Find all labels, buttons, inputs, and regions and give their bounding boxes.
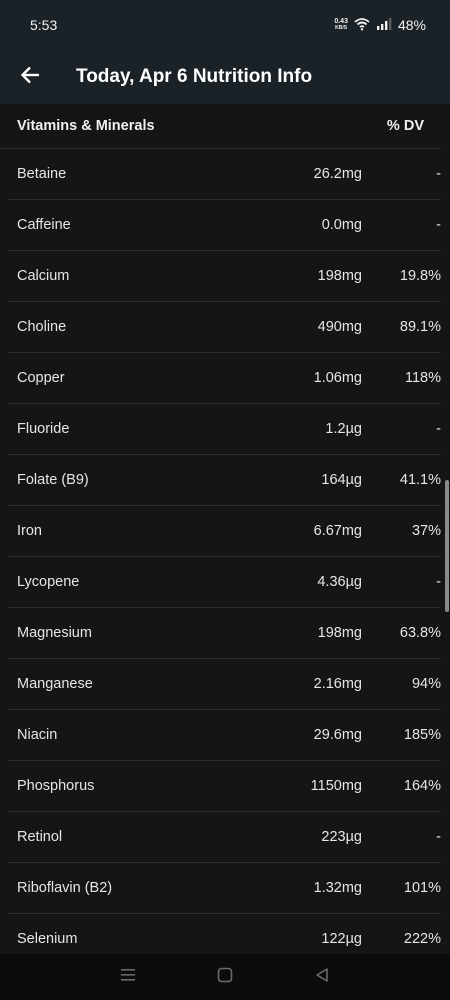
nutrient-row: Choline 490mg 89.1% [8,302,441,353]
signal-icon [376,17,392,33]
nutrient-row: Calcium 198mg 19.8% [8,251,441,302]
back-button[interactable] [0,50,60,104]
nutrient-daily-value: 89.1% [399,319,441,335]
nutrient-name: Betaine [17,166,67,182]
nutrient-list: Betaine 26.2mg - Caffeine 0.0mg - Calcium 198mg… [0,149,450,954]
nutrient-name: Copper [17,370,65,386]
nutrient-row: Niacin 29.6mg 185% [8,710,441,761]
wifi-icon [354,17,370,34]
nutrient-amount: 122µg [321,931,362,947]
nutrient-row: Fluoride 1.2µg - [8,404,441,455]
nutrient-name: Niacin [17,727,58,743]
nutrient-name: Calcium [17,268,70,284]
status-icons: 0.43 KB/S 48% [334,17,426,34]
nutrient-amount: 223µg [321,829,362,845]
nutrient-amount: 2.16mg [313,676,362,692]
nutrient-name: Lycopene [17,574,80,590]
nutrient-row: Lycopene 4.36µg - [8,557,441,608]
nutrient-row: Manganese 2.16mg 94% [8,659,441,710]
scrollbar[interactable] [445,480,449,612]
nutrient-daily-value: 222% [403,931,441,947]
nutrient-name: Iron [17,523,42,539]
nutrient-row: Phosphorus 1150mg 164% [8,761,441,812]
nutrient-row: Retinol 223µg - [8,812,441,863]
nutrient-daily-value: 94% [411,676,441,692]
page-title: Today, Apr 6 Nutrition Info [76,66,313,87]
app-bar: Today, Apr 6 Nutrition Info [0,50,450,104]
nutrient-amount: 26.2mg [313,166,362,182]
battery-percent: 48% [397,17,426,33]
nutrient-daily-value: 41.1% [399,472,441,488]
nutrient-name: Manganese [17,676,93,692]
nutrient-amount: 198mg [317,625,362,641]
nutrient-daily-value: - [436,829,441,845]
nutrient-name: Fluoride [17,421,70,437]
table-header: Vitamins & Minerals % DV [0,104,441,149]
nutrient-amount: 29.6mg [313,727,362,743]
nutrient-daily-value: 101% [403,880,441,896]
nutrient-name: Riboflavin (B2) [17,880,113,896]
nutrient-daily-value: 63.8% [399,625,441,641]
header-percent-dv: % DV [386,118,424,134]
nutrient-row: Magnesium 198mg 63.8% [8,608,441,659]
system-back-button[interactable] [310,965,334,989]
nutrient-name: Magnesium [17,625,92,641]
network-speed: 0.43 KB/S [334,18,348,32]
nutrient-name: Folate (B9) [17,472,89,488]
nutrient-amount: 164µg [321,472,362,488]
header-vitamins-minerals: Vitamins & Minerals [17,118,155,134]
nutrient-name: Caffeine [17,217,71,233]
recents-button[interactable] [116,965,140,989]
nutrition-table[interactable]: Vitamins & Minerals % DV Betaine 26.2mg - C… [0,104,450,954]
network-speed-unit: KB/S [335,25,348,31]
navigation-bar [0,954,450,1000]
nutrient-amount: 6.67mg [313,523,362,539]
nutrient-row: Copper 1.06mg 118% [8,353,441,404]
nutrient-amount: 1150mg [310,778,362,794]
nutrient-amount: 1.2µg [325,421,362,437]
nutrient-amount: 490mg [317,319,362,335]
nutrient-row: Iron 6.67mg 37% [8,506,441,557]
nutrient-daily-value: - [436,574,441,590]
nutrient-amount: 198mg [317,268,362,284]
nutrient-amount: 1.06mg [313,370,362,386]
nutrient-row: Folate (B9) 164µg 41.1% [8,455,441,506]
nutrient-name: Selenium [17,931,78,947]
arrow-left-icon [20,66,40,89]
nutrient-daily-value: 118% [404,370,441,386]
nutrient-daily-value: 37% [411,523,441,539]
network-speed-value: 0.43 [334,18,348,25]
nutrient-daily-value: 164% [403,778,441,794]
nutrient-daily-value: 185% [403,727,441,743]
square-icon [217,967,233,988]
nutrient-amount: 4.36µg [317,574,362,590]
triangle-back-icon [314,967,330,988]
nutrient-row: Riboflavin (B2) 1.32mg 101% [8,863,441,914]
nutrient-name: Choline [17,319,67,335]
nutrient-name: Phosphorus [17,778,95,794]
home-button[interactable] [213,965,237,989]
nutrient-name: Retinol [17,829,63,845]
nutrient-daily-value: - [436,421,441,437]
menu-lines-icon [120,968,136,987]
nutrient-daily-value: - [436,217,441,233]
nutrient-daily-value: - [436,166,441,182]
nutrient-amount: 1.32mg [313,880,362,896]
status-bar: 5:53 0.43 KB/S 48% [0,0,450,50]
nutrient-amount: 0.0mg [321,217,362,233]
nutrient-row: Selenium 122µg 222% [8,914,441,954]
nutrient-row: Betaine 26.2mg - [8,149,441,200]
nutrient-row: Caffeine 0.0mg - [8,200,441,251]
nutrient-daily-value: 19.8% [399,268,441,284]
status-time: 5:53 [30,17,58,33]
